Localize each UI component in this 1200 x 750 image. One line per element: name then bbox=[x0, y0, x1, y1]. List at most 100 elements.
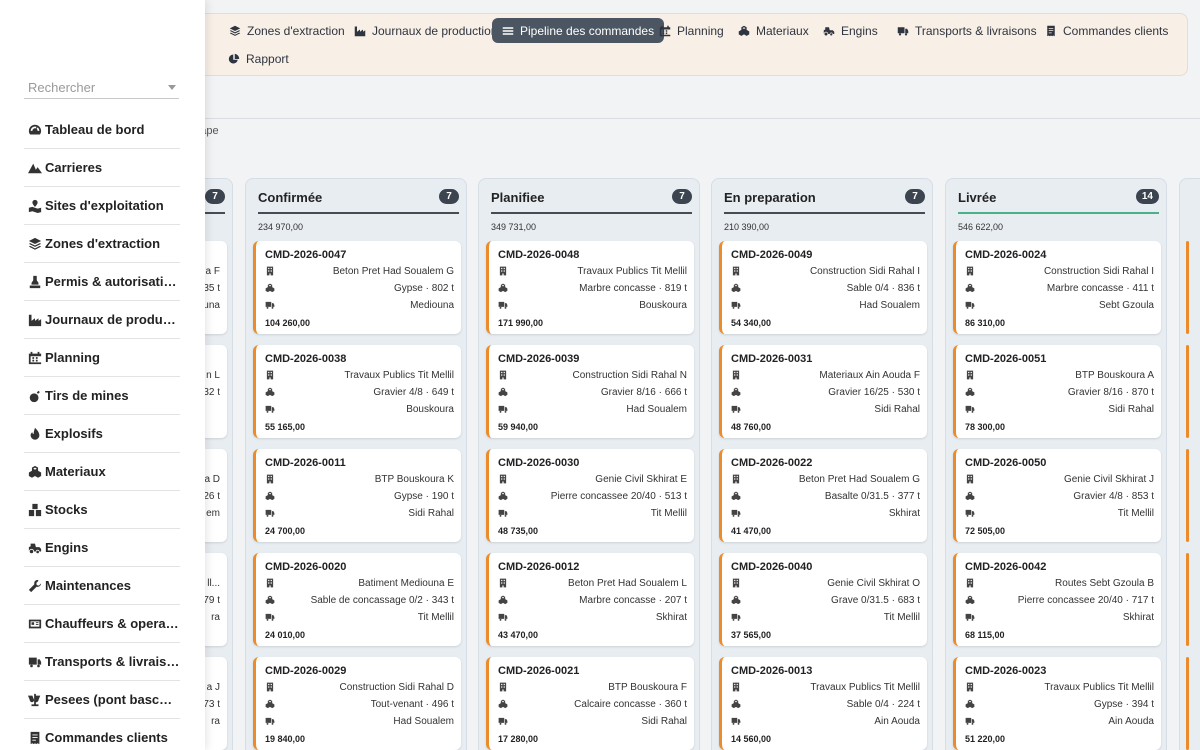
order-card[interactable]: CMD-2026-0039 Construction Sidi Rahal N Gr… bbox=[486, 345, 694, 438]
sidebar-item[interactable]: Pesees (pont bascule) bbox=[24, 681, 180, 719]
sidebar-item-label: Materiaux bbox=[45, 464, 106, 479]
column-title: Confirmée bbox=[258, 190, 323, 205]
column-title: Livrée bbox=[958, 190, 997, 205]
order-card[interactable]: CMD-2026-0042 Routes Sebt Gzoula B Pierre … bbox=[953, 553, 1161, 646]
order-product: Gravier 16/25 · 530 t bbox=[828, 387, 920, 398]
order-id: CMD-2026-0039 bbox=[498, 353, 580, 365]
sidebar-item[interactable]: Tirs de mines bbox=[24, 377, 180, 415]
order-client: Travaux Publics Tit Mellil bbox=[344, 370, 454, 381]
building-icon bbox=[498, 578, 509, 589]
order-client-row: Construction Sidi Rahal I bbox=[965, 266, 1154, 280]
sidebar-item[interactable]: Materiaux bbox=[24, 453, 180, 491]
truck-icon bbox=[965, 508, 976, 519]
order-destination: Tit Mellil bbox=[1117, 508, 1154, 519]
scale-icon bbox=[28, 693, 42, 707]
sidebar-search[interactable] bbox=[24, 78, 179, 99]
order-card[interactable]: CMD-2026-0029 Construction Sidi Rahal D To… bbox=[253, 657, 461, 750]
order-destination: Tit Mellil bbox=[417, 612, 454, 623]
order-card[interactable]: CMD-2026-0011 BTP Bouskoura K Gypse · 190 … bbox=[253, 449, 461, 542]
order-client-row: Construction Sidi Rahal N bbox=[498, 370, 687, 384]
order-product-row: Marbre concasse · 819 t bbox=[498, 283, 687, 297]
order-id: CMD-2026-0050 bbox=[965, 457, 1047, 469]
sidebar-item[interactable]: Transports & livraisons bbox=[24, 643, 180, 681]
order-destination: Tit Mellil bbox=[650, 508, 687, 519]
sidebar-item-label: Commandes clients bbox=[45, 730, 168, 745]
sidebar-item[interactable]: Explosifs bbox=[24, 415, 180, 453]
sidebar-item[interactable]: Permis & autorisations bbox=[24, 263, 180, 301]
truck-icon bbox=[265, 716, 276, 727]
order-card[interactable]: CMD-2026-0020 Batiment Mediouna E Sable de… bbox=[253, 553, 461, 646]
truck-icon bbox=[498, 300, 509, 311]
card-accent-strip bbox=[1186, 553, 1189, 646]
order-card[interactable]: CMD-2026-0022 Beton Pret Had Soualem G Bas… bbox=[719, 449, 927, 542]
order-product-row: Sable 0/4 · 836 t bbox=[731, 283, 920, 297]
order-client-row: Travaux Publics Tit Mellil bbox=[498, 266, 687, 280]
order-card[interactable]: CMD-2026-0024 Construction Sidi Rahal I Ma… bbox=[953, 241, 1161, 334]
order-client: Construction Sidi Rahal D bbox=[339, 682, 455, 693]
truck-icon bbox=[965, 716, 976, 727]
order-destination-row: Skhirat bbox=[731, 508, 920, 522]
order-card[interactable]: CMD-2026-0047 Beton Pret Had Soualem G Gyp… bbox=[253, 241, 461, 334]
order-product: 79 t bbox=[203, 595, 220, 606]
order-client-row: BTP Bouskoura F bbox=[498, 682, 687, 696]
building-icon bbox=[265, 370, 276, 381]
sidebar-item[interactable]: Carrieres bbox=[24, 149, 180, 187]
sidebar-item[interactable]: Commandes clients bbox=[24, 719, 180, 750]
order-client-row: Travaux Publics Tit Mellil bbox=[965, 682, 1154, 696]
order-card[interactable]: CMD-2026-0012 Beton Pret Had Soualem L Mar… bbox=[486, 553, 694, 646]
sidebar-item[interactable]: Sites d'exploitation bbox=[24, 187, 180, 225]
sidebar-item-label: Engins bbox=[45, 540, 89, 555]
order-card[interactable]: CMD-2026-0050 Genie Civil Skhirat J Gravie… bbox=[953, 449, 1161, 542]
order-id: CMD-2026-0021 bbox=[498, 665, 580, 677]
column-count-badge: 7 bbox=[205, 189, 225, 204]
sidebar-item[interactable]: Zones d'extraction bbox=[24, 225, 180, 263]
order-amount: 24 700,00 bbox=[265, 526, 306, 536]
cubes-icon bbox=[731, 387, 742, 398]
sidebar-item[interactable]: Stocks bbox=[24, 491, 180, 529]
search-input[interactable] bbox=[28, 80, 158, 95]
order-destination: Skhirat bbox=[1122, 612, 1154, 623]
sidebar-item[interactable]: Engins bbox=[24, 529, 180, 567]
card-accent-strip bbox=[1186, 657, 1189, 750]
order-destination: Had Soualem bbox=[626, 404, 687, 415]
order-card[interactable]: CMD-2026-0040 Genie Civil Skhirat O Grave … bbox=[719, 553, 927, 646]
order-card[interactable]: CMD-2026-0049 Construction Sidi Rahal I Sa… bbox=[719, 241, 927, 334]
order-client: n L bbox=[206, 370, 220, 381]
order-client-row: Travaux Publics Tit Mellil bbox=[265, 370, 454, 384]
order-card[interactable]: CMD-2026-0038 Travaux Publics Tit Mellil G… bbox=[253, 345, 461, 438]
cubes-icon bbox=[265, 491, 276, 502]
order-card[interactable]: CMD-2026-0048 Travaux Publics Tit Mellil M… bbox=[486, 241, 694, 334]
order-amount: 54 340,00 bbox=[731, 318, 772, 328]
order-card[interactable]: CMD-2026-0051 BTP Bouskoura A Gravier 8/16… bbox=[953, 345, 1161, 438]
order-amount: 14 560,00 bbox=[731, 734, 772, 744]
column-count-badge: 7 bbox=[439, 189, 459, 204]
column-title: Planifiee bbox=[491, 190, 545, 205]
order-product: Marbre concasse · 207 t bbox=[579, 595, 687, 606]
order-card[interactable]: CMD-2026-0013 Travaux Publics Tit Mellil S… bbox=[719, 657, 927, 750]
sidebar: Tableau de bord Carrieres Sites d'exploita… bbox=[0, 0, 205, 750]
kanban-column-next bbox=[1179, 178, 1200, 750]
sidebar-item[interactable]: Journaux de production bbox=[24, 301, 180, 339]
order-card[interactable]: CMD-2026-0021 BTP Bouskoura F Calcaire con… bbox=[486, 657, 694, 750]
sidebar-item[interactable]: Maintenances bbox=[24, 567, 180, 605]
order-product: Tout-venant · 496 t bbox=[370, 699, 454, 710]
order-card[interactable]: CMD-2026-0023 Travaux Publics Tit Mellil G… bbox=[953, 657, 1161, 750]
sidebar-item[interactable]: Tableau de bord bbox=[24, 111, 180, 149]
order-card[interactable]: CMD-2026-0031 Materiaux Ain Aouda F Gravie… bbox=[719, 345, 927, 438]
card-accent-strip bbox=[1186, 449, 1189, 542]
column-total: 210 390,00 bbox=[724, 222, 770, 232]
truck-icon bbox=[731, 508, 742, 519]
order-client-row: Beton Pret Had Soualem G bbox=[265, 266, 454, 280]
order-card[interactable]: CMD-2026-0030 Genie Civil Skhirat E Pierre… bbox=[486, 449, 694, 542]
column-title: En preparation bbox=[724, 190, 816, 205]
building-icon bbox=[731, 266, 742, 277]
sidebar-item[interactable]: Planning bbox=[24, 339, 180, 377]
mountain-icon bbox=[28, 161, 42, 175]
order-id: CMD-2026-0038 bbox=[265, 353, 347, 365]
sites-icon bbox=[28, 199, 42, 213]
sidebar-item[interactable]: Chauffeurs & operateurs bbox=[24, 605, 180, 643]
order-product: Calcaire concasse · 360 t bbox=[574, 699, 687, 710]
order-amount: 37 565,00 bbox=[731, 630, 772, 640]
order-amount: 78 300,00 bbox=[965, 422, 1006, 432]
chevron-down-icon[interactable] bbox=[168, 85, 176, 90]
